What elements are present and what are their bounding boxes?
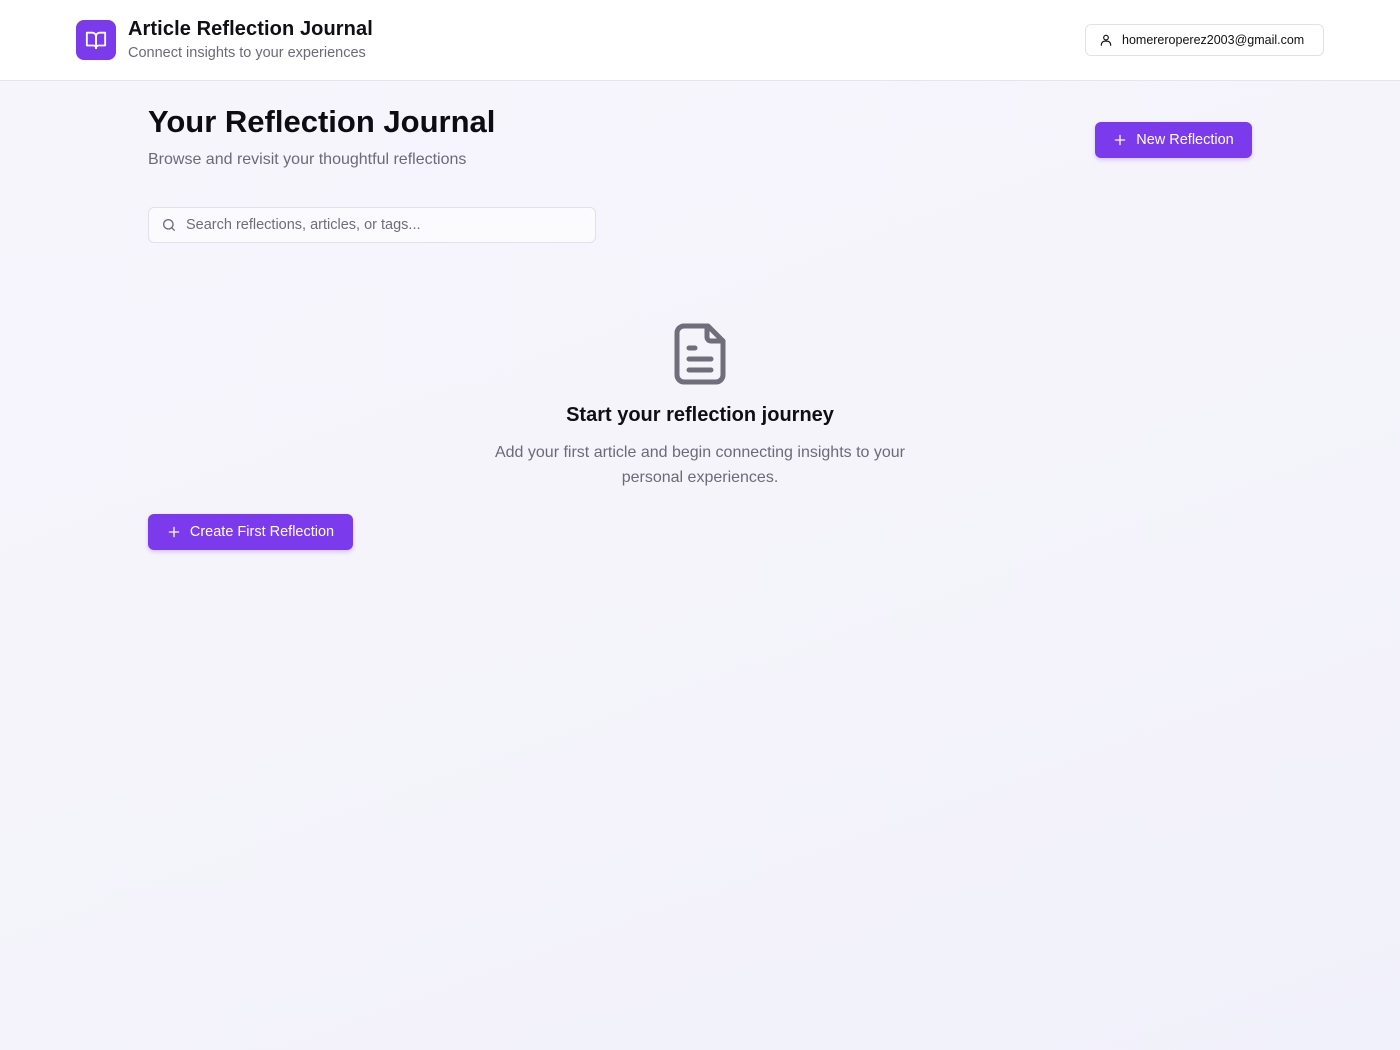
user-account-button[interactable]: homereroperez2003@gmail.com	[1085, 24, 1324, 56]
empty-state-title: Start your reflection journey	[566, 404, 834, 426]
create-first-reflection-button[interactable]: Create First Reflection	[148, 514, 353, 550]
app-title: Article Reflection Journal	[128, 18, 373, 40]
plus-icon	[1114, 134, 1126, 146]
page-title: Your Reflection Journal	[148, 104, 496, 139]
app-header: Article Reflection Journal Connect insig…	[0, 0, 1400, 81]
user-icon	[1100, 34, 1112, 46]
search-input[interactable]	[186, 217, 566, 233]
create-first-reflection-label: Create First Reflection	[189, 524, 335, 540]
plus-icon	[168, 526, 180, 538]
app-logo	[76, 20, 116, 60]
search-icon	[163, 219, 175, 231]
new-reflection-label: New Reflection	[1136, 132, 1234, 148]
empty-state-description: Add your first article and begin connect…	[494, 444, 905, 486]
new-reflection-button[interactable]: New Reflection	[1095, 122, 1252, 158]
app-subtitle: Connect insights to your experiences	[128, 45, 366, 61]
search-bar	[148, 207, 596, 243]
page-subtitle: Browse and revisit your thoughtful refle…	[148, 151, 467, 168]
file-text-icon	[674, 323, 726, 385]
user-email: homereroperez2003@gmail.com	[1122, 33, 1305, 47]
book-open-icon	[85, 31, 107, 50]
